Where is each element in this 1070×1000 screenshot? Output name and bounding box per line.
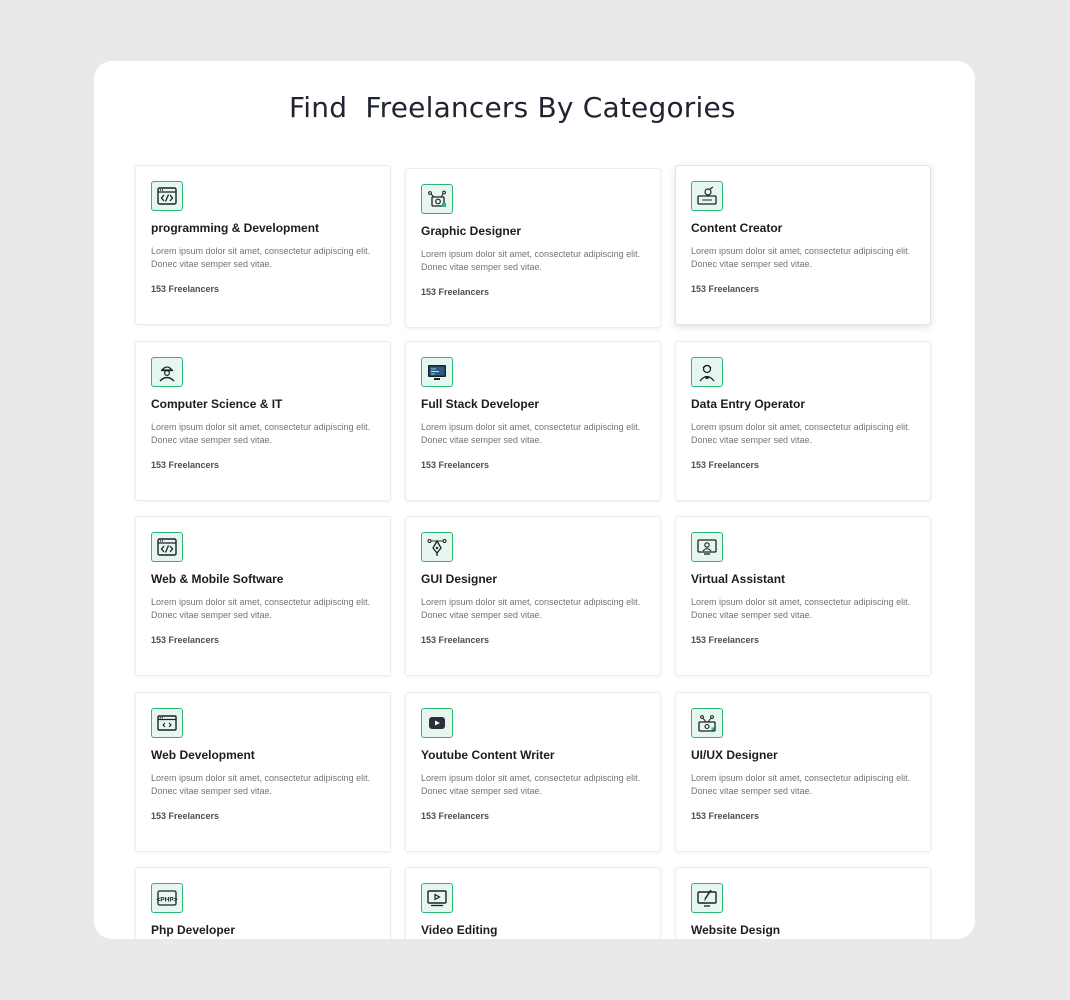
category-title[interactable]: UI/UX Designer [691,748,778,762]
freelancer-count: 153 Freelancers [151,460,220,470]
freelancer-count: 153 Freelancers [691,284,760,294]
freelancer-count: 153 Freelancers [691,811,760,821]
category-title[interactable]: Content Creator [691,221,782,235]
category-card[interactable]: Video EditingLorem ipsum dolor sit amet,… [405,867,661,939]
php-icon: <PHP> [151,883,183,913]
category-title[interactable]: Web Development [151,748,255,762]
category-card[interactable]: Virtual Assistant Lorem ipsum dolor sit a… [675,516,931,676]
category-description: Lorem ipsum dolor sit amet, consectetur … [151,597,371,620]
category-card[interactable]: Full Stack Developer Lorem ipsum dolor si… [405,341,661,501]
category-description: Lorem ipsum dolor sit amet, consectetur … [691,773,911,796]
category-description: Lorem ipsum dolor sit amet, consectetur … [421,422,641,445]
category-grid: programming & Development Lorem ipsum dol… [94,61,975,939]
category-description: Lorem ipsum dolor sit amet, consectetur … [151,422,371,445]
freelancer-count: 153 Freelancers [151,635,220,645]
category-description: Lorem ipsum dolor sit amet, consectetur … [421,249,641,272]
freelancer-count: 153 Freelancers [421,287,490,297]
category-title[interactable]: Computer Science & IT [151,397,282,411]
category-card[interactable]: Computer Science & IT Lorem ipsum dolor s… [135,341,391,501]
category-description: Lorem ipsum dolor sit amet, consectetur … [691,422,911,445]
category-description: Lorem ipsum dolor sit amet, consectetur … [151,246,371,269]
category-description: Lorem ipsum dolor sit amet, consectetur … [691,597,911,620]
category-title[interactable]: Php Developer [151,923,235,937]
category-title[interactable]: Full Stack Developer [421,397,539,411]
category-card[interactable]: programming & Development Lorem ipsum dol… [135,165,391,325]
category-card[interactable]: Youtube Content Writer Lorem ipsum dolor … [405,692,661,852]
ui-ux-design-icon [691,708,723,738]
freelancer-count: 153 Freelancers [151,811,220,821]
category-title[interactable]: programming & Development [151,221,319,235]
category-card[interactable]: GUI Designer Lorem ipsum dolor sit amet, … [405,516,661,676]
code-window-icon [151,532,183,562]
content-creator-icon [691,181,723,211]
freelancer-count: 153 Freelancers [421,811,490,821]
category-title[interactable]: Web & Mobile Software [151,572,283,586]
category-title[interactable]: Virtual Assistant [691,572,785,586]
categories-panel: Find Freelancers By Categories programmi… [94,61,975,939]
operator-person-icon [691,357,723,387]
code-window-icon [151,181,183,211]
freelancer-count: 153 Freelancers [421,460,490,470]
category-description: Lorem ipsum dolor sit amet, consectetur … [691,246,911,269]
svg-text:<PHP>: <PHP> [157,897,178,904]
category-card[interactable]: Content Creator Lorem ipsum dolor sit ame… [675,165,931,325]
category-title[interactable]: GUI Designer [421,572,497,586]
freelancer-count: 153 Freelancers [691,460,760,470]
monitor-code-icon [421,357,453,387]
browser-code-icon [151,708,183,738]
category-description: Lorem ipsum dolor sit amet, consectetur … [421,773,641,796]
category-title[interactable]: Data Entry Operator [691,397,805,411]
category-card[interactable]: <PHP>Php DeveloperLorem ipsum dolor sit … [135,867,391,939]
graphic-design-icon [421,184,453,214]
pen-tool-icon [421,532,453,562]
category-card[interactable]: Web & Mobile Software Lorem ipsum dolor s… [135,516,391,676]
category-card[interactable]: Data Entry Operator Lorem ipsum dolor sit… [675,341,931,501]
category-title[interactable]: Video Editing [421,923,497,937]
category-card[interactable]: Web Development Lorem ipsum dolor sit ame… [135,692,391,852]
category-description: Lorem ipsum dolor sit amet, consectetur … [151,773,371,796]
category-card[interactable]: UI/UX Designer Lorem ipsum dolor sit amet… [675,692,931,852]
freelancer-count: 153 Freelancers [151,284,220,294]
virtual-assistant-icon [691,532,723,562]
video-player-icon [421,883,453,913]
category-card[interactable]: Website DesignLorem ipsum dolor sit amet… [675,867,931,939]
category-title[interactable]: Website Design [691,923,780,937]
category-description: Lorem ipsum dolor sit amet, consectetur … [421,597,641,620]
category-card[interactable]: Graphic Designer Lorem ipsum dolor sit am… [405,168,661,328]
engineer-icon [151,357,183,387]
youtube-play-icon [421,708,453,738]
freelancer-count: 153 Freelancers [421,635,490,645]
category-title[interactable]: Graphic Designer [421,224,521,238]
website-design-icon [691,883,723,913]
freelancer-count: 153 Freelancers [691,635,760,645]
category-title[interactable]: Youtube Content Writer [421,748,555,762]
